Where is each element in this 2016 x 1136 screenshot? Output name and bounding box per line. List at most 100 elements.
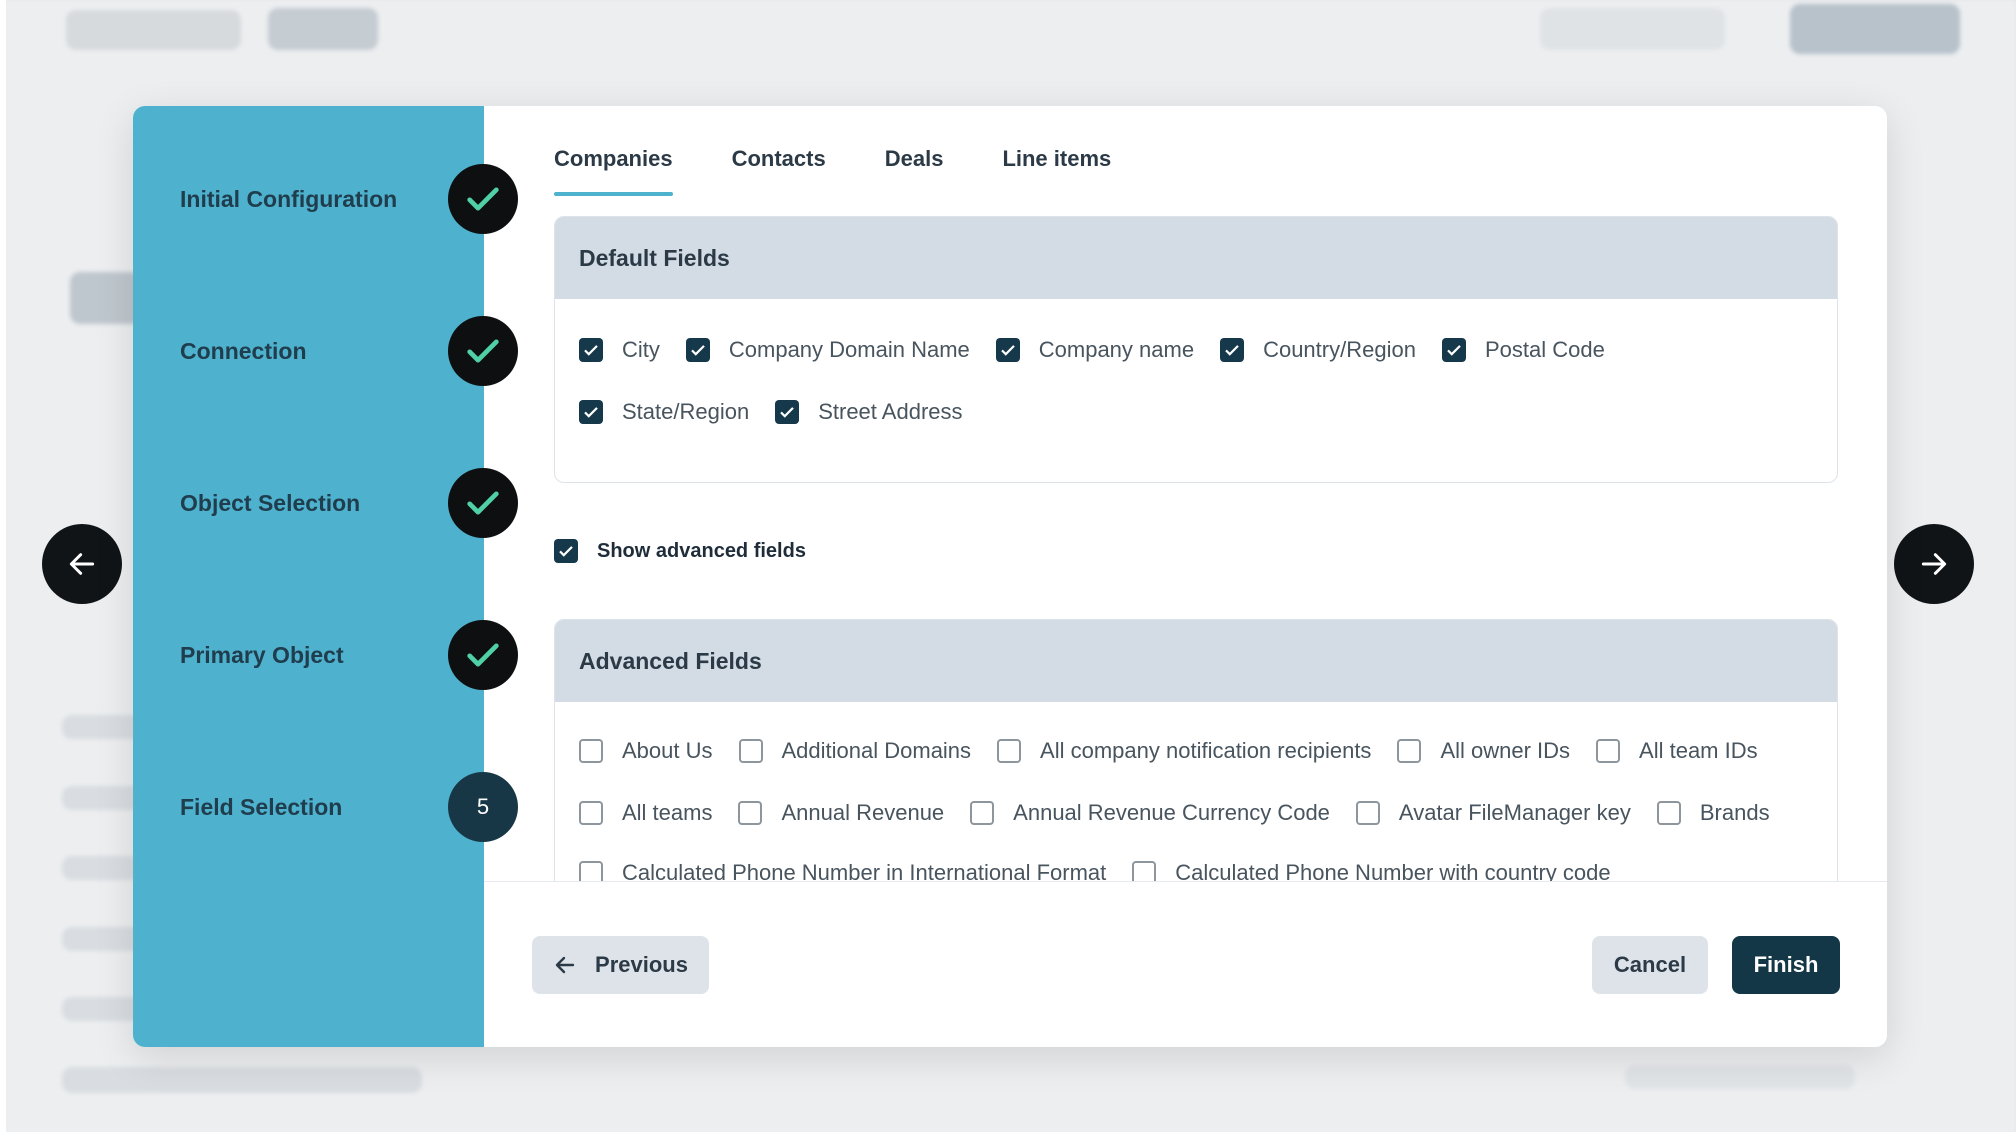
checkbox-checked[interactable]	[1441, 338, 1466, 362]
check-icon	[1000, 345, 1015, 356]
field-label: State/Region	[622, 399, 750, 424]
field-label: Company Domain Name	[728, 337, 970, 362]
step-label-connection[interactable]: Connection	[180, 337, 307, 365]
field-checkbox-item[interactable]: Company Domain Name	[685, 337, 970, 363]
bg-logo	[66, 10, 241, 50]
field-checkbox-item[interactable]: Brands	[1656, 800, 1770, 826]
advanced-fields-card: Advanced Fields About Us Additional Doma…	[554, 619, 1838, 881]
checkbox-unchecked[interactable]	[738, 739, 763, 763]
wizard-stepper: Initial Configuration Connection Object …	[133, 106, 484, 1047]
field-label: All company notification recipients	[1040, 738, 1372, 763]
step-label-initial-configuration[interactable]: Initial Configuration	[180, 185, 397, 213]
check-icon	[559, 546, 573, 557]
step-label-primary-object[interactable]: Primary Object	[180, 641, 344, 669]
checkbox-unchecked[interactable]	[579, 739, 603, 763]
show-advanced-fields-toggle[interactable]: Show advanced fields	[554, 539, 806, 563]
field-label: Street Address	[818, 399, 963, 424]
checkbox-checked[interactable]	[579, 400, 603, 424]
checkbox-checked[interactable]	[775, 400, 800, 424]
check-icon	[467, 187, 499, 211]
check-icon	[467, 643, 499, 667]
field-checkbox-item[interactable]: Annual Revenue	[738, 800, 944, 826]
field-checkbox-item[interactable]: Postal Code	[1441, 337, 1605, 363]
bg-header-button	[1540, 8, 1725, 50]
check-icon	[1225, 345, 1239, 356]
checkbox-unchecked[interactable]	[738, 801, 763, 825]
field-label: All team IDs	[1639, 738, 1758, 763]
previous-button[interactable]: Previous	[532, 936, 709, 994]
checkbox-unchecked[interactable]	[1355, 801, 1380, 825]
field-label: Country/Region	[1263, 337, 1416, 362]
field-checkbox-item[interactable]: Annual Revenue Currency Code	[970, 800, 1330, 826]
previous-button-label: Previous	[595, 952, 688, 977]
step-done-indicator	[448, 316, 518, 386]
field-checkbox-item[interactable]: All team IDs	[1596, 738, 1758, 764]
checkbox-checked[interactable]	[995, 338, 1020, 362]
field-checkbox-item[interactable]: Country/Region	[1220, 337, 1416, 363]
checkbox-checked[interactable]	[1220, 338, 1245, 362]
tab-companies[interactable]: Companies	[554, 136, 673, 196]
finish-button[interactable]: Finish	[1732, 936, 1840, 994]
field-checkbox-item[interactable]: Calculated Phone Number in International…	[579, 860, 1106, 881]
check-icon	[584, 345, 598, 356]
checkbox-unchecked[interactable]	[1656, 801, 1681, 825]
check-icon	[691, 345, 705, 356]
carousel-next-button[interactable]	[1894, 524, 1974, 604]
field-label: Avatar FileManager key	[1398, 800, 1631, 825]
object-tabs: Companies Contacts Deals Line items	[554, 136, 1170, 196]
field-label: Postal Code	[1484, 337, 1605, 362]
checkbox-checked[interactable]	[554, 539, 578, 563]
field-checkbox-item[interactable]: Company name	[995, 337, 1194, 363]
field-checkbox-item[interactable]: Additional Domains	[738, 738, 972, 764]
tab-contacts[interactable]: Contacts	[732, 136, 826, 194]
advanced-fields-row: All teams Annual Revenue Annual Revenue …	[579, 800, 1796, 826]
field-checkbox-item[interactable]: Avatar FileManager key	[1355, 800, 1631, 826]
field-label: Calculated Phone Number in International…	[622, 860, 1107, 881]
field-checkbox-item[interactable]: Street Address	[775, 399, 963, 425]
checkbox-unchecked[interactable]	[1132, 861, 1157, 881]
tab-line-items[interactable]: Line items	[1002, 136, 1111, 194]
check-icon	[780, 407, 794, 418]
step-done-indicator	[448, 620, 518, 690]
advanced-fields-title: Advanced Fields	[555, 620, 1837, 702]
field-checkbox-item[interactable]: About Us	[579, 738, 713, 764]
arrow-right-icon	[1921, 553, 1947, 575]
checkbox-checked[interactable]	[579, 338, 603, 362]
arrow-left-icon	[555, 956, 575, 974]
field-checkbox-item[interactable]: Calculated Phone Number with country cod…	[1132, 860, 1611, 881]
field-label: All teams	[622, 800, 713, 825]
step-label-field-selection[interactable]: Field Selection	[180, 793, 342, 821]
bg-row	[62, 715, 142, 739]
checkbox-unchecked[interactable]	[1596, 739, 1621, 763]
default-fields-card: Default Fields City Company Domain Name …	[554, 216, 1838, 483]
checkbox-unchecked[interactable]	[579, 861, 603, 881]
cancel-button[interactable]: Cancel	[1592, 936, 1708, 994]
default-fields-row: State/Region Street Address	[579, 399, 989, 425]
checkbox-unchecked[interactable]	[997, 739, 1022, 763]
step-label-object-selection[interactable]: Object Selection	[180, 489, 360, 517]
field-checkbox-item[interactable]: All company notification recipients	[997, 738, 1371, 764]
field-checkbox-item[interactable]: City	[579, 337, 660, 363]
carousel-prev-button[interactable]	[42, 524, 122, 604]
field-checkbox-item[interactable]: All owner IDs	[1397, 738, 1570, 764]
checkbox-unchecked[interactable]	[970, 801, 995, 825]
advanced-fields-row: Calculated Phone Number in International…	[579, 860, 1637, 881]
step-done-indicator	[448, 468, 518, 538]
field-label: Additional Domains	[781, 738, 972, 763]
bg-edge-bottom	[0, 1132, 2016, 1136]
bg-header-button-primary	[1790, 4, 1960, 54]
field-checkbox-item[interactable]: State/Region	[579, 399, 749, 425]
field-label: Annual Revenue	[781, 800, 945, 825]
checkbox-checked[interactable]	[685, 338, 710, 362]
show-advanced-fields-label: Show advanced fields	[597, 539, 806, 562]
field-label: Brands	[1699, 800, 1770, 825]
field-label: Annual Revenue Currency Code	[1013, 800, 1330, 825]
field-checkbox-item[interactable]: All teams	[579, 800, 712, 826]
field-label: Calculated Phone Number with country cod…	[1175, 860, 1611, 881]
bg-row	[62, 997, 142, 1021]
bg-edge	[0, 0, 6, 1136]
checkbox-unchecked[interactable]	[579, 801, 603, 825]
tab-deals[interactable]: Deals	[885, 136, 944, 194]
checkbox-unchecked[interactable]	[1397, 739, 1422, 763]
step-number: 5	[476, 794, 490, 819]
